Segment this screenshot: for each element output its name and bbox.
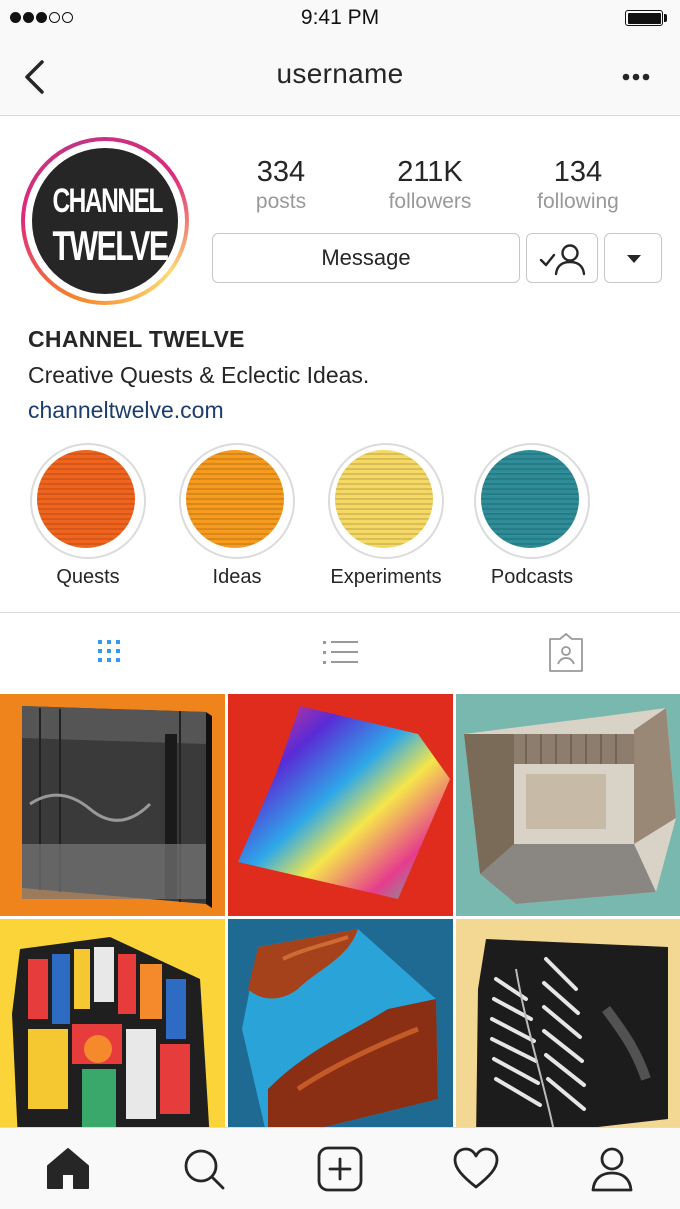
stat-following-label: following xyxy=(537,190,619,213)
home-icon[interactable] xyxy=(44,1146,92,1192)
post-image-leaves xyxy=(476,939,668,1141)
activity-heart-icon[interactable] xyxy=(452,1146,500,1192)
suggestions-dropdown-button[interactable] xyxy=(604,233,662,283)
profile-website-link[interactable]: channeltwelve.com xyxy=(28,397,224,424)
following-button[interactable] xyxy=(526,233,598,283)
profile-name: CHANNEL TWELVE xyxy=(28,326,245,352)
highlight-cover xyxy=(186,450,284,548)
stat-posts[interactable]: 334 posts xyxy=(206,155,356,215)
stat-posts-value: 334 xyxy=(256,156,306,188)
post-thumbnail[interactable] xyxy=(456,919,680,1141)
battery-tip xyxy=(664,14,667,22)
tab-tagged[interactable] xyxy=(454,613,680,695)
highlight-label: Ideas xyxy=(212,566,262,588)
highlight-cover xyxy=(481,450,579,548)
profile-view-tabs xyxy=(0,612,680,694)
caret-down-icon xyxy=(627,255,641,263)
post-thumbnail[interactable] xyxy=(456,694,680,916)
tab-grid[interactable] xyxy=(0,613,226,695)
nav-title: username xyxy=(276,58,404,89)
logo-line-2: TWELVE xyxy=(52,222,169,269)
more-options-icon[interactable] xyxy=(618,66,658,88)
profile-icon[interactable] xyxy=(588,1146,636,1192)
post-thumbnail[interactable] xyxy=(228,919,453,1141)
add-post-icon[interactable] xyxy=(316,1146,364,1192)
grid-icon xyxy=(98,640,120,662)
stat-posts-label: posts xyxy=(255,190,307,213)
post-image-warehouse xyxy=(22,706,212,908)
status-time: 9:41 PM xyxy=(300,6,380,29)
stat-followers-value: 211K xyxy=(397,156,463,188)
tab-list[interactable] xyxy=(227,613,453,695)
post-thumbnail[interactable] xyxy=(0,694,225,916)
profile-bio: Creative Quests & Eclectic Ideas. xyxy=(28,362,370,388)
logo-line-1: CHANNEL xyxy=(52,182,163,220)
post-image-building xyxy=(464,708,676,904)
highlight-label: Experiments xyxy=(330,566,442,588)
highlight-label: Quests xyxy=(56,566,120,588)
stat-followers-label: followers xyxy=(388,190,472,213)
post-image-canyon xyxy=(242,929,438,1141)
stat-following-value: 134 xyxy=(553,156,603,188)
message-button[interactable]: Message xyxy=(212,233,520,283)
nav-bar: username xyxy=(0,38,680,116)
avatar-border: CHANNEL TWELVE xyxy=(25,141,185,301)
status-bar: 9:41 PM xyxy=(0,0,680,38)
bottom-tab-bar xyxy=(0,1127,680,1209)
highlight-cover xyxy=(37,450,135,548)
following-check-icon xyxy=(539,244,586,276)
post-thumbnail[interactable] xyxy=(0,919,225,1141)
search-icon[interactable] xyxy=(180,1146,228,1192)
tagged-icon xyxy=(549,633,583,672)
post-image-stained-glass xyxy=(12,937,210,1141)
highlight-label: Podcasts xyxy=(490,566,574,588)
avatar[interactable]: CHANNEL TWELVE xyxy=(21,137,189,305)
post-thumbnail[interactable] xyxy=(228,694,453,916)
highlight-cover xyxy=(335,450,433,548)
battery-icon xyxy=(625,10,663,26)
stat-followers[interactable]: 211K followers xyxy=(355,155,505,215)
post-image-gradient xyxy=(238,706,450,899)
channel-twelve-logo: CHANNEL TWELVE xyxy=(32,148,178,294)
list-icon xyxy=(323,641,358,664)
stat-following[interactable]: 134 following xyxy=(503,155,653,215)
